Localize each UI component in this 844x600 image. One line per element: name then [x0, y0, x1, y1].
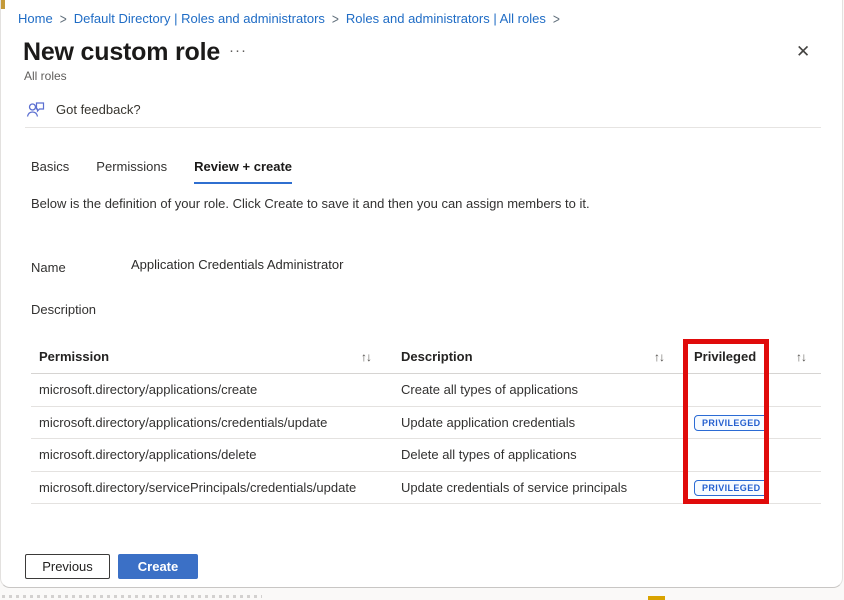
table-row: microsoft.directory/servicePrincipals/cr… [31, 472, 821, 505]
column-header-permission[interactable]: Permission [31, 349, 361, 364]
sort-icon[interactable]: ↑↓ [796, 349, 821, 364]
permission-cell: microsoft.directory/servicePrincipals/cr… [31, 480, 401, 495]
privileged-cell: PRIVILEGED [694, 414, 821, 431]
tab-bar: Basics Permissions Review + create [31, 159, 292, 184]
tab-review-create[interactable]: Review + create [194, 159, 292, 184]
intro-text: Below is the definition of your role. Cl… [31, 196, 590, 211]
permission-cell: microsoft.directory/applications/delete [31, 447, 401, 462]
name-value: Application Credentials Administrator [131, 257, 343, 272]
create-button[interactable]: Create [118, 554, 198, 579]
name-label: Name [31, 260, 66, 275]
table-header-row: Permission ↑↓ Description ↑↓ Privileged … [31, 340, 821, 374]
table-row: microsoft.directory/applications/credent… [31, 407, 821, 440]
table-row: microsoft.directory/applications/create … [31, 374, 821, 407]
table-row: microsoft.directory/applications/delete … [31, 439, 821, 472]
got-feedback-label: Got feedback? [56, 102, 141, 117]
breadcrumb-home[interactable]: Home [18, 11, 53, 26]
previous-button[interactable]: Previous [25, 554, 110, 579]
column-header-privileged[interactable]: Privileged [694, 349, 796, 364]
breadcrumb-all-roles[interactable]: Roles and administrators | All roles [346, 11, 546, 26]
privileged-cell: PRIVILEGED [694, 479, 821, 496]
description-cell: Create all types of applications [401, 382, 694, 397]
header-divider [25, 127, 821, 128]
breadcrumb-default-directory-roles[interactable]: Default Directory | Roles and administra… [74, 11, 325, 26]
description-label: Description [31, 302, 96, 317]
permission-cell: microsoft.directory/applications/create [31, 382, 401, 397]
page-title: New custom role [23, 38, 220, 67]
close-icon[interactable]: ✕ [796, 42, 810, 62]
permission-cell: microsoft.directory/applications/credent… [31, 415, 401, 430]
privileged-cell: PRIVILEGED [694, 381, 821, 398]
tab-basics[interactable]: Basics [31, 159, 69, 184]
sort-icon[interactable]: ↑↓ [654, 349, 694, 364]
privileged-badge: PRIVILEGED [694, 480, 769, 496]
clipped-content-artifact [2, 595, 262, 598]
privileged-cell: PRIVILEGED [694, 446, 821, 463]
got-feedback-link[interactable]: Got feedback? [26, 101, 141, 118]
breadcrumb: Home > Default Directory | Roles and adm… [18, 11, 560, 26]
new-custom-role-panel: Home > Default Directory | Roles and adm… [0, 0, 843, 588]
description-cell: Update credentials of service principals [401, 480, 694, 495]
chevron-right-icon: > [60, 10, 67, 28]
chevron-right-icon: > [553, 10, 560, 28]
description-cell: Update application credentials [401, 415, 694, 430]
taskbar-edge-artifact [648, 596, 665, 600]
permissions-table: Permission ↑↓ Description ↑↓ Privileged … [31, 340, 821, 504]
screenshot-edge-artifact [1, 0, 5, 9]
chevron-right-icon: > [332, 10, 339, 28]
description-cell: Delete all types of applications [401, 447, 694, 462]
more-options-icon[interactable]: ··· [229, 42, 247, 59]
sort-icon[interactable]: ↑↓ [361, 349, 401, 364]
page-subtitle: All roles [24, 69, 67, 83]
column-header-description[interactable]: Description [401, 349, 654, 364]
feedback-icon [26, 101, 45, 118]
tab-permissions[interactable]: Permissions [96, 159, 167, 184]
privileged-badge: PRIVILEGED [694, 415, 769, 431]
